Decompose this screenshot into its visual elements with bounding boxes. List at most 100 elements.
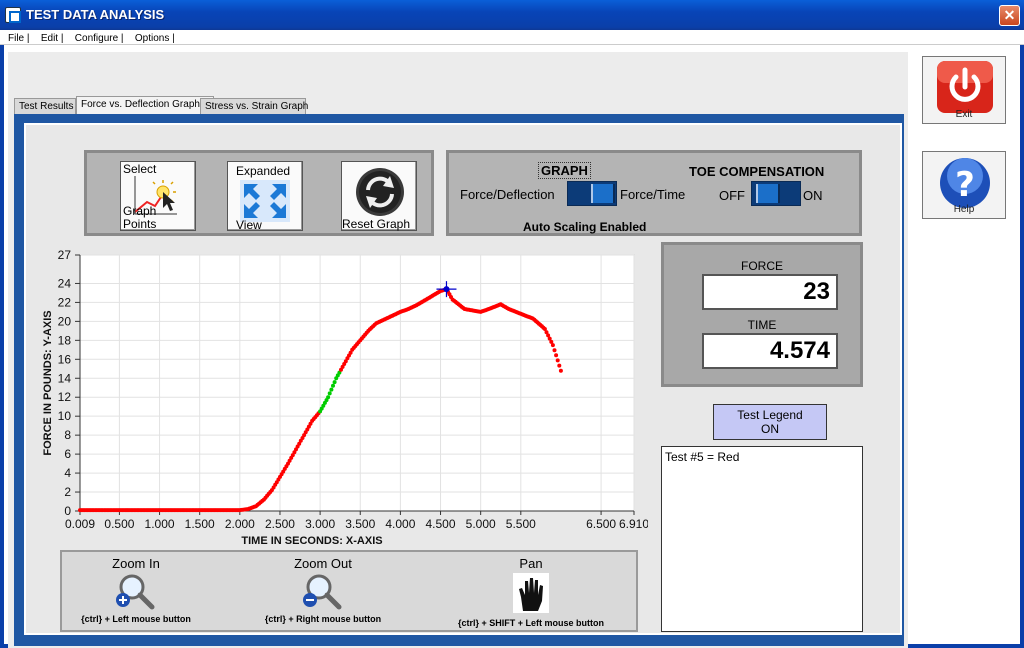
zoom-in-hint: {ctrl} + Left mouse button (81, 614, 191, 624)
x-tick-label: 3.500 (345, 517, 375, 531)
y-tick-label: 2 (64, 485, 71, 499)
graph-switch-title: GRAPH (538, 162, 591, 179)
expanded-view-button[interactable]: Expanded View (227, 161, 303, 232)
reset-label: Reset Graph (342, 217, 411, 231)
zoom-in-title: Zoom In (112, 556, 160, 571)
pan-hint: {ctrl} + SHIFT + Left mouse button (457, 618, 604, 628)
title-bar: TEST DATA ANALYSIS ✕ (0, 0, 1024, 30)
y-tick-label: 14 (58, 371, 72, 385)
zoom-in-tool[interactable]: Zoom In {ctrl} + Left mouse button (66, 556, 206, 624)
tab-test-results[interactable]: Test Results (14, 98, 76, 115)
x-tick-label: 4.500 (426, 517, 456, 531)
force-time-graph[interactable]: 0.009 0.500 1.000 1.500 2.000 2.500 3.000 3.500… (38, 245, 648, 550)
menu-file[interactable]: File | (0, 31, 34, 46)
auto-scaling-status: Auto Scaling Enabled (523, 220, 647, 234)
y-tick-label: 12 (58, 390, 72, 404)
x-tick-label: 2.000 (225, 517, 255, 531)
tab-stress-vs-strain[interactable]: Stress vs. Strain Graph (200, 98, 308, 115)
x-tick-label: 0.009 (65, 517, 95, 531)
graph-options-group: GRAPH Force/Deflection Force/Time Auto S… (446, 150, 862, 236)
toe-compensation-title: TOE COMPENSATION (689, 164, 825, 179)
y-tick-label: 22 (58, 295, 72, 309)
svg-text:?: ? (955, 165, 975, 205)
data-point (554, 353, 559, 358)
select-label-mid: Graph (123, 204, 157, 218)
x-tick-label: 6.500 (586, 517, 616, 531)
y-tick-label: 20 (58, 314, 72, 328)
expand-icon (240, 180, 290, 222)
graph-left-label: Force/Deflection (460, 187, 555, 202)
force-label: FORCE (741, 259, 783, 273)
exit-label: Exit (955, 109, 973, 120)
x-tick-label: 1.000 (145, 517, 175, 531)
data-point (552, 348, 557, 353)
selected-point (327, 391, 332, 396)
force-value: 23 (702, 274, 838, 310)
y-axis-label: FORCE IN POUNDS: Y-AXIS (42, 310, 54, 455)
x-tick-label: 2.500 (265, 517, 295, 531)
cursor-point (443, 286, 450, 293)
selected-point (329, 387, 334, 392)
help-label: Help (953, 204, 975, 215)
select-graph-points-button[interactable]: Select Graph Points (120, 161, 196, 231)
x-tick-label: 4.000 (385, 517, 415, 531)
legend-entry: Test #5 = Red (665, 450, 740, 464)
reset-graph-button[interactable]: Reset Graph (341, 161, 417, 231)
time-label: TIME (747, 318, 777, 332)
x-tick-label: 0.500 (104, 517, 134, 531)
time-value: 4.574 (702, 333, 838, 369)
selected-point (326, 395, 331, 400)
x-axis-label: TIME IN SECONDS: X-AXIS (241, 535, 382, 547)
expanded-label-bottom: View (236, 218, 262, 232)
app-icon (5, 7, 21, 23)
legend-list: Test #5 = Red (661, 446, 863, 632)
help-button[interactable]: ? Help (922, 151, 1006, 219)
y-tick-label: 16 (58, 352, 72, 366)
x-tick-label: 1.500 (185, 517, 215, 531)
y-tick-label: 8 (64, 428, 71, 442)
legend-button-line2: ON (761, 422, 779, 436)
expanded-label-top: Expanded (236, 164, 291, 178)
y-tick-label: 10 (58, 409, 72, 423)
zoom-out-hint: {ctrl} + Right mouse button (264, 614, 382, 624)
window-title: TEST DATA ANALYSIS (26, 7, 165, 22)
x-tick-label: 3.000 (305, 517, 335, 531)
graph-tools-group: Select Graph Points Expanded View Reset … (84, 150, 434, 236)
toe-on-label: ON (803, 188, 823, 203)
data-point (558, 368, 563, 373)
zoom-out-icon[interactable] (301, 571, 345, 611)
close-button[interactable]: ✕ (999, 5, 1020, 26)
menu-configure[interactable]: Configure | (71, 31, 128, 46)
toe-off-label: OFF (719, 188, 745, 203)
zoom-out-title: Zoom Out (294, 556, 352, 571)
y-tick-label: 6 (64, 447, 71, 461)
zoom-out-tool[interactable]: Zoom Out {ctrl} + Right mouse button (248, 556, 398, 624)
toe-compensation-toggle[interactable] (751, 181, 801, 206)
zoom-pan-panel: Zoom In {ctrl} + Left mouse button Zoom … (60, 550, 638, 632)
y-tick-label: 4 (64, 466, 71, 480)
data-point (555, 358, 560, 363)
pan-tool[interactable]: Pan {ctrl} + SHIFT + Left mouse button (436, 556, 626, 628)
selected-point (331, 383, 335, 388)
test-legend-button[interactable]: Test Legend ON (713, 404, 827, 440)
readout-panel: FORCE 23 TIME 4.574 (661, 242, 863, 387)
data-point (557, 363, 562, 368)
tab-force-vs-deflection[interactable]: Force vs. Deflection Graph (76, 96, 214, 115)
graph-mode-toggle[interactable] (567, 181, 617, 206)
x-tick-label: 5.500 (506, 517, 536, 531)
chart-svg[interactable]: 0.009 0.500 1.000 1.500 2.000 2.500 3.000 3.500… (38, 245, 648, 550)
help-icon: ? (940, 158, 990, 208)
pan-hand-icon[interactable] (511, 571, 551, 615)
x-tick-label: 5.000 (466, 517, 496, 531)
exit-button[interactable]: Exit (922, 56, 1006, 124)
zoom-in-icon[interactable] (114, 571, 158, 611)
legend-button-line1: Test Legend (737, 408, 803, 422)
menu-options[interactable]: Options | (131, 31, 179, 46)
y-tick-label: 0 (64, 504, 71, 518)
graph-right-label: Force/Time (620, 187, 686, 202)
menu-bar: File | Edit | Configure | Options | (0, 30, 1024, 45)
y-tick-label: 18 (58, 333, 72, 347)
reset-icon (356, 168, 404, 216)
data-point (550, 343, 555, 348)
menu-edit[interactable]: Edit | (37, 31, 68, 46)
